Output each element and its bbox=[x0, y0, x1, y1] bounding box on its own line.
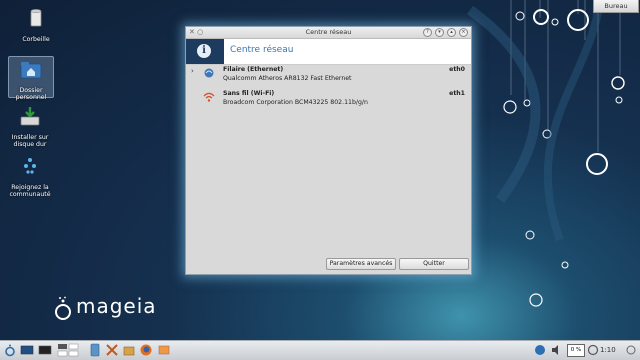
network-tray-icon[interactable] bbox=[533, 343, 547, 357]
mail-icon[interactable] bbox=[157, 343, 171, 357]
connection-description: Broadcom Corporation BCM43225 802.11b/g/… bbox=[223, 99, 368, 106]
close-icon[interactable]: × bbox=[459, 28, 468, 37]
window-titlebar[interactable]: ✕ ○ Centre réseau ? ▾ ▴ × bbox=[186, 27, 471, 39]
pager-icon[interactable] bbox=[57, 343, 79, 357]
help-icon[interactable]: ? bbox=[423, 28, 432, 37]
update-tray-icon[interactable] bbox=[586, 343, 600, 357]
header-title: Centre réseau bbox=[230, 45, 294, 55]
desktop-icon-home-folder[interactable]: Dossier personnel bbox=[8, 56, 54, 101]
desktop-show-icon[interactable] bbox=[20, 343, 34, 357]
control-center-icon[interactable] bbox=[105, 343, 119, 357]
trash-icon bbox=[30, 9, 42, 27]
ethernet-icon bbox=[204, 68, 214, 78]
window-title: Centre réseau bbox=[305, 28, 352, 36]
desktop-icon-label: Installer sur disque dur bbox=[11, 134, 49, 148]
terminal-icon[interactable] bbox=[38, 343, 52, 357]
network-center-window: ✕ ○ Centre réseau ? ▾ ▴ × i Centre résea… bbox=[185, 26, 472, 275]
advanced-settings-button[interactable]: Paramètres avancés bbox=[326, 258, 396, 270]
connection-interface: eth1 bbox=[449, 90, 465, 97]
clock[interactable]: 1:10 bbox=[600, 346, 616, 354]
info-icon: i bbox=[197, 44, 211, 58]
connection-list: › Filaire (Ethernet) Qualcomm Atheros AR… bbox=[186, 65, 471, 113]
community-icon bbox=[24, 158, 36, 174]
taskbar: 0 % 1:10 bbox=[0, 340, 640, 360]
wifi-icon bbox=[203, 92, 215, 102]
header-banner: i bbox=[186, 39, 224, 64]
quit-button[interactable]: Quitter bbox=[399, 258, 469, 270]
connection-name: Sans fil (Wi-Fi) bbox=[223, 90, 275, 97]
expand-arrow-icon[interactable]: › bbox=[191, 67, 194, 75]
install-icon bbox=[20, 107, 40, 126]
desktop-icon-label: Rejoignez la communauté bbox=[9, 184, 51, 198]
battery-indicator[interactable]: 0 % bbox=[567, 344, 585, 357]
panel-settings-icon[interactable] bbox=[624, 343, 638, 357]
desktop-icon-install[interactable]: Installer sur disque dur bbox=[8, 104, 52, 148]
mageia-logo-icon bbox=[55, 296, 71, 320]
maximize-icon[interactable]: ▴ bbox=[447, 28, 456, 37]
window-menu-icon[interactable]: ✕ ○ bbox=[189, 27, 203, 38]
connection-row-wifi[interactable]: Sans fil (Wi-Fi) Broadcom Corporation BC… bbox=[186, 89, 471, 113]
desktop-view-button[interactable]: Bureau bbox=[593, 0, 639, 13]
sound-icon[interactable] bbox=[550, 343, 564, 357]
minimize-icon[interactable]: ▾ bbox=[435, 28, 444, 37]
desktop-icon-trash[interactable]: Corbeille bbox=[14, 6, 58, 43]
connection-name: Filaire (Ethernet) bbox=[223, 66, 284, 73]
desktop-icon-label: Dossier personnel bbox=[15, 87, 47, 101]
desktop-icon-label: Corbeille bbox=[22, 36, 50, 43]
mageia-logo: mageia bbox=[54, 294, 157, 320]
connection-interface: eth0 bbox=[449, 66, 465, 73]
file-manager-icon[interactable] bbox=[88, 343, 102, 357]
desktop-icon-community[interactable]: Rejoignez la communauté bbox=[8, 154, 52, 198]
connection-description: Qualcomm Atheros AR8132 Fast Ethernet bbox=[223, 75, 352, 82]
package-manager-icon[interactable] bbox=[122, 343, 136, 357]
connection-row-ethernet[interactable]: › Filaire (Ethernet) Qualcomm Atheros AR… bbox=[186, 65, 471, 89]
menu-launcher-icon[interactable] bbox=[3, 343, 17, 357]
battery-percent: 0 % bbox=[570, 347, 582, 353]
logo-text: mageia bbox=[76, 294, 157, 318]
home-folder-icon bbox=[20, 62, 42, 79]
firefox-icon[interactable] bbox=[139, 343, 153, 357]
window-header: i Centre réseau bbox=[186, 39, 471, 65]
